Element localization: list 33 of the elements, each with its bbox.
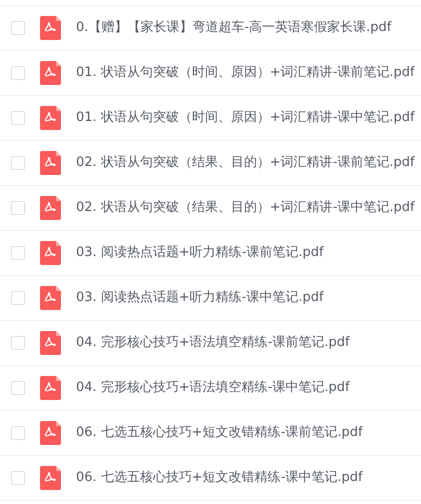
checkbox[interactable] — [11, 111, 25, 125]
pdf-file-icon — [40, 16, 61, 40]
file-name[interactable]: 02. 状语从句突破（结果、目的）+词汇精讲-课前笔记.pdf — [76, 153, 415, 173]
checkbox[interactable] — [11, 426, 25, 440]
file-name[interactable]: 03. 阅读热点话题+听力精练-课前笔记.pdf — [76, 243, 324, 263]
checkbox[interactable] — [11, 471, 25, 485]
file-name[interactable]: 04. 完形核心技巧+语法填空精练-课前笔记.pdf — [76, 333, 350, 353]
checkbox[interactable] — [11, 336, 25, 350]
checkbox[interactable] — [11, 381, 25, 395]
checkbox[interactable] — [11, 21, 25, 35]
file-name[interactable]: 02. 状语从句突破（结果、目的）+词汇精讲-课中笔记.pdf — [76, 198, 415, 218]
checkbox[interactable] — [11, 156, 25, 170]
pdf-file-icon — [40, 196, 61, 220]
pdf-file-icon — [40, 421, 61, 445]
file-name[interactable]: 0.【赠】【家长课】弯道超车-高一英语寒假家长课.pdf — [76, 18, 392, 38]
checkbox[interactable] — [11, 291, 25, 305]
file-name[interactable]: 01. 状语从句突破（时间、原因）+词汇精讲-课前笔记.pdf — [76, 63, 415, 83]
pdf-file-icon — [40, 286, 61, 310]
checkbox[interactable] — [11, 201, 25, 215]
pdf-file-icon — [40, 466, 61, 490]
file-name[interactable]: 06. 七选五核心技巧+短文改错精练-课中笔记.pdf — [76, 468, 363, 488]
pdf-file-icon — [40, 241, 61, 265]
pdf-file-icon — [40, 151, 61, 175]
checkbox[interactable] — [11, 246, 25, 260]
file-name[interactable]: 01. 状语从句突破（时间、原因）+词汇精讲-课中笔记.pdf — [76, 108, 415, 128]
pdf-file-icon — [40, 61, 61, 85]
pdf-file-icon — [40, 106, 61, 130]
pdf-file-icon — [40, 376, 61, 400]
checkbox[interactable] — [11, 66, 25, 80]
file-name[interactable]: 03. 阅读热点话题+听力精练-课中笔记.pdf — [76, 288, 324, 308]
pdf-file-icon — [40, 331, 61, 355]
file-name[interactable]: 04. 完形核心技巧+语法填空精练-课中笔记.pdf — [76, 378, 350, 398]
file-name[interactable]: 06. 七选五核心技巧+短文改错精练-课前笔记.pdf — [76, 423, 363, 443]
